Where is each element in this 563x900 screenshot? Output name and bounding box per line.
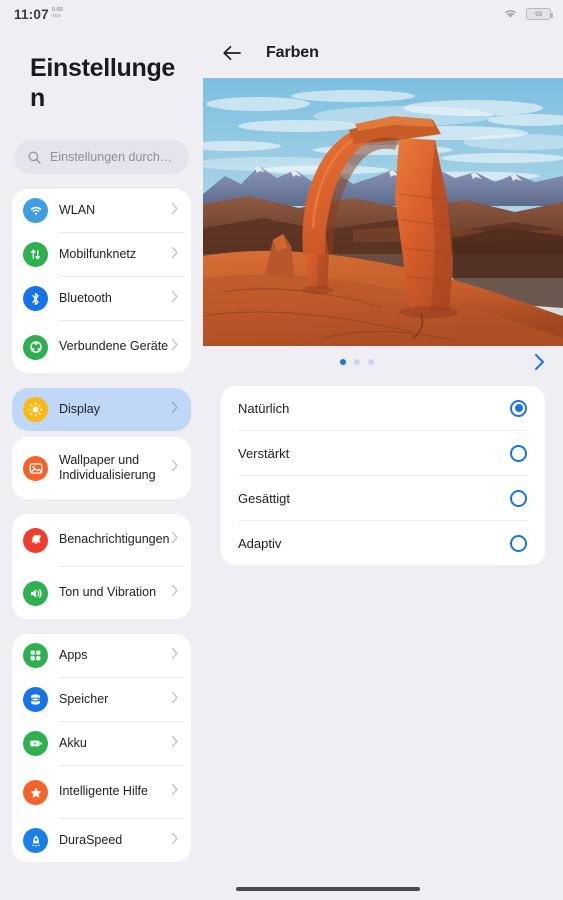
tablet-screen: 11:07 0.00 KB/s 93 Einstellungen Einstel… [0, 0, 563, 900]
sidebar-group-network: WLAN Mobilfunknetz Bluetooth Verbundene … [12, 189, 191, 373]
search-icon [28, 151, 41, 164]
option-row-verstaerkt[interactable]: Verstärkt [221, 431, 545, 475]
sidebar-item-benachrichtigungen[interactable]: Benachrichtigungen [12, 514, 191, 566]
chevron-right-icon [171, 338, 179, 356]
sidebar-item-duraspeed[interactable]: DuraSpeed [12, 819, 191, 862]
chevron-right-icon [171, 691, 179, 709]
chevron-right-icon [171, 290, 179, 308]
color-mode-options: Natürlich Verstärkt Gesättigt Adaptiv [221, 386, 545, 565]
detail-topbar: Farben [203, 28, 563, 78]
network-speed-unit: KB/s [51, 13, 62, 18]
battery-icon [23, 731, 48, 756]
storage-icon [23, 687, 48, 712]
radio-button-selected[interactable] [510, 399, 527, 417]
chevron-right-icon [171, 401, 179, 419]
sidebar-item-label: Display [59, 401, 100, 416]
star-icon [23, 779, 48, 805]
chevron-right-icon [171, 735, 179, 753]
apps-grid-icon [23, 643, 48, 668]
sidebar-group-display: Display [12, 388, 191, 431]
sidebar-item-speicher[interactable]: Speicher [12, 678, 191, 721]
sidebar-item-label: Bluetooth [59, 290, 112, 305]
wallpaper-icon [23, 455, 48, 481]
chevron-right-icon [171, 202, 179, 220]
option-row-gesaettigt[interactable]: Gesättigt [221, 476, 545, 520]
settings-sidebar: Einstellungen Einstellungen durch… WLAN … [0, 28, 203, 900]
sidebar-item-label: DuraSpeed [59, 832, 123, 847]
carousel-dot[interactable] [340, 359, 346, 365]
speaker-icon [23, 580, 48, 606]
search-placeholder: Einstellungen durch… [50, 150, 173, 164]
wifi-icon [503, 7, 518, 22]
battery-indicator: 93 [526, 8, 553, 20]
network-speed-indicator: 0.00 KB/s [51, 7, 63, 19]
back-arrow-icon[interactable] [221, 42, 243, 64]
sidebar-item-label: Ton und Vibration [59, 585, 157, 600]
option-row-natuerlich[interactable]: Natürlich [221, 386, 545, 430]
sidebar-item-wlan[interactable]: WLAN [12, 189, 191, 232]
carousel-dot[interactable] [368, 359, 374, 365]
sidebar-item-mobilfunknetz[interactable]: Mobilfunknetz [12, 233, 191, 276]
sidebar-item-label: Verbundene Geräte [59, 339, 169, 354]
sidebar-item-display[interactable]: Display [12, 388, 191, 431]
image-carousel-controls [203, 346, 563, 378]
brightness-icon [23, 397, 48, 422]
option-row-adaptiv[interactable]: Adaptiv [221, 521, 545, 565]
sidebar-item-label: Wallpaper und Individualisierung [59, 452, 156, 482]
option-label: Adaptiv [238, 535, 282, 551]
carousel-dots [183, 359, 531, 365]
sidebar-item-wallpaper[interactable]: Wallpaper und Individualisierung [12, 437, 191, 499]
sidebar-item-bluetooth[interactable]: Bluetooth [12, 277, 191, 320]
connected-devices-icon [23, 334, 48, 360]
sidebar-group-wallpaper: Wallpaper und Individualisierung [12, 437, 191, 499]
sidebar-item-apps[interactable]: Apps [12, 634, 191, 677]
sidebar-item-label: WLAN [59, 202, 96, 217]
chevron-right-icon [171, 647, 179, 665]
wifi-icon [23, 198, 48, 223]
sidebar-item-intelligente-hilfe[interactable]: Intelligente Hilfe [12, 766, 191, 818]
chevron-right-icon [171, 246, 179, 264]
status-bar-left: 11:07 0.00 KB/s [14, 7, 63, 22]
battery-level: 93 [535, 10, 542, 18]
sidebar-item-label: Mobilfunknetz [59, 246, 137, 261]
detail-panel: Farben Natürlich Verstärkt Gesättigt Ada… [203, 28, 563, 900]
sidebar-item-akku[interactable]: Akku [12, 722, 191, 765]
sidebar-group-notifications: Benachrichtigungen Ton und Vibration [12, 514, 191, 619]
option-label: Natürlich [238, 400, 290, 416]
chevron-right-icon [171, 584, 179, 602]
radio-button[interactable] [510, 489, 527, 507]
chevron-right-icon [171, 459, 179, 477]
chevron-right-icon [171, 531, 179, 549]
chevron-right-icon [171, 783, 179, 801]
chevron-right-icon [171, 832, 179, 850]
sidebar-item-label: Akku [59, 735, 87, 750]
sidebar-item-verbundene-geraete[interactable]: Verbundene Geräte [12, 321, 191, 373]
radio-button[interactable] [510, 444, 527, 462]
sidebar-item-label: Apps [59, 647, 88, 662]
chevron-right-icon[interactable] [531, 354, 547, 370]
sidebar-group-system: Apps Speicher Akku Intelligente Hilfe Du… [12, 634, 191, 862]
page-title: Einstellungen [30, 54, 176, 112]
sidebar-item-label: Speicher [59, 691, 109, 706]
status-bar-right: 93 [503, 7, 553, 22]
option-label: Verstärkt [238, 445, 290, 461]
radio-button[interactable] [510, 534, 527, 552]
sidebar-item-ton-und-vibration[interactable]: Ton und Vibration [12, 567, 191, 619]
carousel-dot[interactable] [354, 359, 360, 365]
sidebar-item-label: Benachrichtigungen [59, 532, 170, 547]
bluetooth-icon [23, 286, 48, 311]
search-input[interactable]: Einstellungen durch… [14, 140, 189, 174]
wallpaper-preview-image[interactable] [203, 78, 563, 346]
mobile-network-icon [23, 242, 48, 267]
option-label: Gesättigt [238, 490, 291, 506]
rocket-icon [23, 828, 48, 853]
status-time: 11:07 [14, 6, 49, 22]
bell-icon [23, 527, 48, 553]
sidebar-item-label: Intelligente Hilfe [59, 784, 148, 799]
status-bar: 11:07 0.00 KB/s 93 [0, 0, 563, 28]
detail-title: Farben [266, 44, 319, 61]
